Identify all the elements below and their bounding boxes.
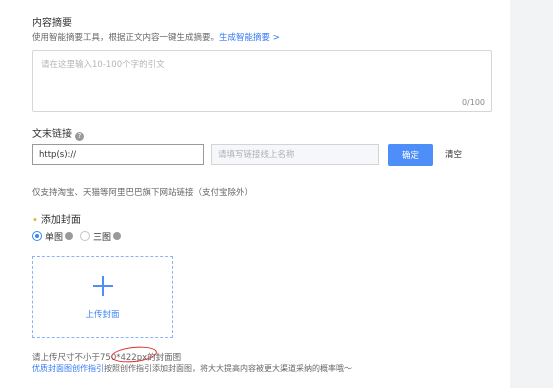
summary-char-counter: 0/100 [461,98,485,107]
cover-size-hint: 请上传尺寸不小于750*422px的封面图 [32,351,181,363]
size-hint-prefix: 请上传尺寸不小于 [32,353,101,363]
link-url-input[interactable] [32,144,204,165]
cover-type-radio-group: 单图 三图 [32,229,128,243]
link-section-title: 文末链接 [32,129,72,140]
link-section-header: 文末链接? [32,125,84,141]
confirm-button[interactable]: 确定 [388,144,433,166]
upload-cover-area[interactable]: 上传封面 [32,256,173,338]
required-marker: • [32,215,38,226]
link-support-note: 仅支持淘宝、天猫等阿里巴巴旗下网站链接（支付宝除外） [32,188,254,198]
summary-textarea-wrapper: 0/100 [32,50,492,112]
cover-guide-link[interactable]: 优质封面图创作指引 [32,364,104,373]
scrollbar-track[interactable] [510,0,553,388]
help-icon[interactable]: ? [75,132,84,141]
summary-description: 使用智能摘要工具，根据正文内容一键生成摘要。 [32,33,220,43]
radio-single-image-label[interactable]: 单图 [45,230,63,243]
cover-section-title: 添加封面 [40,215,81,226]
radio-three-images[interactable] [80,231,91,241]
summary-title: 内容摘要 [32,18,72,29]
info-dot-icon[interactable] [113,232,122,240]
info-dot-icon[interactable] [65,232,74,240]
summary-description-line: 使用智能摘要工具，根据正文内容一键生成摘要。生成智能摘要 > [32,31,280,43]
radio-single-image[interactable] [32,231,42,241]
cover-guide-line: 优质封面图创作指引按照创作指引添加封面图，将大大提高内容被更大渠道采纳的概率哦～ [32,363,352,374]
clear-button[interactable]: 清空 [445,144,462,166]
generate-summary-link[interactable]: 生成智能摘要 > [219,33,280,43]
summary-textarea[interactable] [33,51,491,111]
upload-cover-label: 上传封面 [85,310,120,320]
link-name-input[interactable] [211,144,379,165]
plus-icon [93,276,113,296]
cover-guide-text: 按照创作指引添加封面图，将大大提高内容被更大渠道采纳的概率哦～ [104,364,352,373]
radio-three-images-label[interactable]: 三图 [93,230,111,243]
cover-section-header: • 添加封面 [32,211,81,226]
